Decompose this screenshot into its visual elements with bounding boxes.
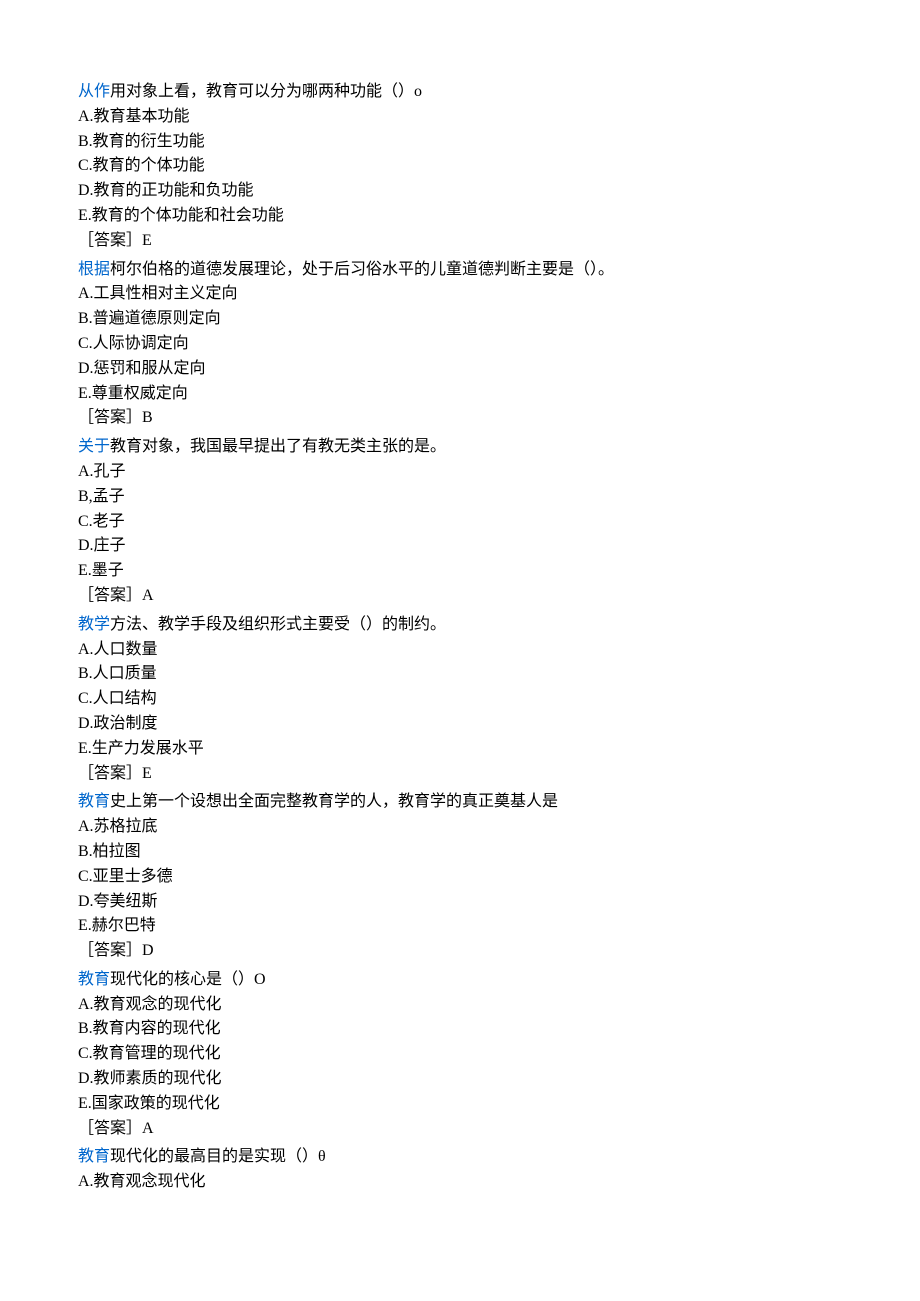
question-lead: 根据 [78,261,110,278]
answer: ［答案］A [78,584,842,609]
answer: ［答案］A [78,1117,842,1142]
question-text: 关于教育对象，我国最早提出了有教无类主张的是。 [78,435,842,460]
option: D.夸美纽斯 [78,890,842,915]
option: A.教育观念现代化 [78,1170,842,1195]
option: E.生产力发展水平 [78,737,842,762]
option: C.教育管理的现代化 [78,1042,842,1067]
option: C.老子 [78,510,842,535]
question-rest: 教育对象，我国最早提出了有教无类主张的是。 [110,438,446,455]
question-rest: 柯尔伯格的道德发展理论，处于后习俗水平的儿童道德判断主要是（）。 [110,261,614,278]
question-text: 从作用对象上看，教育可以分为哪两种功能（）o [78,80,842,105]
question-lead: 关于 [78,438,110,455]
question-lead: 教育 [78,793,110,810]
option: D.政治制度 [78,712,842,737]
option: A.教育观念的现代化 [78,993,842,1018]
question-text: 教学方法、教学手段及组织形式主要受（）的制约。 [78,613,842,638]
option: B.教育内容的现代化 [78,1017,842,1042]
question-rest: 用对象上看，教育可以分为哪两种功能（）o [110,83,422,100]
option: C.人际协调定向 [78,332,842,357]
question-text: 教育史上第一个设想出全面完整教育学的人，教育学的真正奠基人是 [78,790,842,815]
option: C.教育的个体功能 [78,154,842,179]
question-rest: 现代化的核心是（）O [110,971,266,988]
option: C.亚里士多德 [78,865,842,890]
option: E.教育的个体功能和社会功能 [78,204,842,229]
question-rest: 方法、教学手段及组织形式主要受（）的制约。 [110,616,446,633]
option: A.工具性相对主义定向 [78,282,842,307]
option: A.教育基本功能 [78,105,842,130]
question-lead: 教学 [78,616,110,633]
question-text: 教育现代化的最高目的是实现（）θ [78,1145,842,1170]
option: B.人口质量 [78,662,842,687]
question-lead: 从作 [78,83,110,100]
option: B,孟子 [78,485,842,510]
question-lead: 教育 [78,1148,110,1165]
answer: ［答案］B [78,406,842,431]
question-text: 根据柯尔伯格的道德发展理论，处于后习俗水平的儿童道德判断主要是（）。 [78,258,842,283]
option: B.普遍道德原则定向 [78,307,842,332]
question-block: 根据柯尔伯格的道德发展理论，处于后习俗水平的儿童道德判断主要是（）。A.工具性相… [78,258,842,432]
option: D.教育的正功能和负功能 [78,179,842,204]
question-block: 教育现代化的核心是（）OA.教育观念的现代化B.教育内容的现代化C.教育管理的现… [78,968,842,1142]
answer: ［答案］E [78,762,842,787]
document-content: 从作用对象上看，教育可以分为哪两种功能（）oA.教育基本功能B.教育的衍生功能C… [78,80,842,1195]
option: D.惩罚和服从定向 [78,357,842,382]
question-rest: 现代化的最高目的是实现（）θ [110,1148,326,1165]
option: A.人口数量 [78,638,842,663]
question-block: 从作用对象上看，教育可以分为哪两种功能（）oA.教育基本功能B.教育的衍生功能C… [78,80,842,254]
question-block: 关于教育对象，我国最早提出了有教无类主张的是。A.孔子B,孟子C.老子D.庄子E… [78,435,842,609]
answer: ［答案］E [78,229,842,254]
answer: ［答案］D [78,939,842,964]
option: E.国家政策的现代化 [78,1092,842,1117]
question-block: 教育现代化的最高目的是实现（）θA.教育观念现代化 [78,1145,842,1195]
option: B.教育的衍生功能 [78,130,842,155]
option: E.墨子 [78,559,842,584]
question-rest: 史上第一个设想出全面完整教育学的人，教育学的真正奠基人是 [110,793,558,810]
option: E.赫尔巴特 [78,914,842,939]
option: C.人口结构 [78,687,842,712]
question-text: 教育现代化的核心是（）O [78,968,842,993]
question-lead: 教育 [78,971,110,988]
option: B.柏拉图 [78,840,842,865]
option: D.庄子 [78,534,842,559]
option: E.尊重权威定向 [78,382,842,407]
option: A.苏格拉底 [78,815,842,840]
option: D.教师素质的现代化 [78,1067,842,1092]
question-block: 教学方法、教学手段及组织形式主要受（）的制约。A.人口数量B.人口质量C.人口结… [78,613,842,787]
option: A.孔子 [78,460,842,485]
question-block: 教育史上第一个设想出全面完整教育学的人，教育学的真正奠基人是A.苏格拉底B.柏拉… [78,790,842,964]
